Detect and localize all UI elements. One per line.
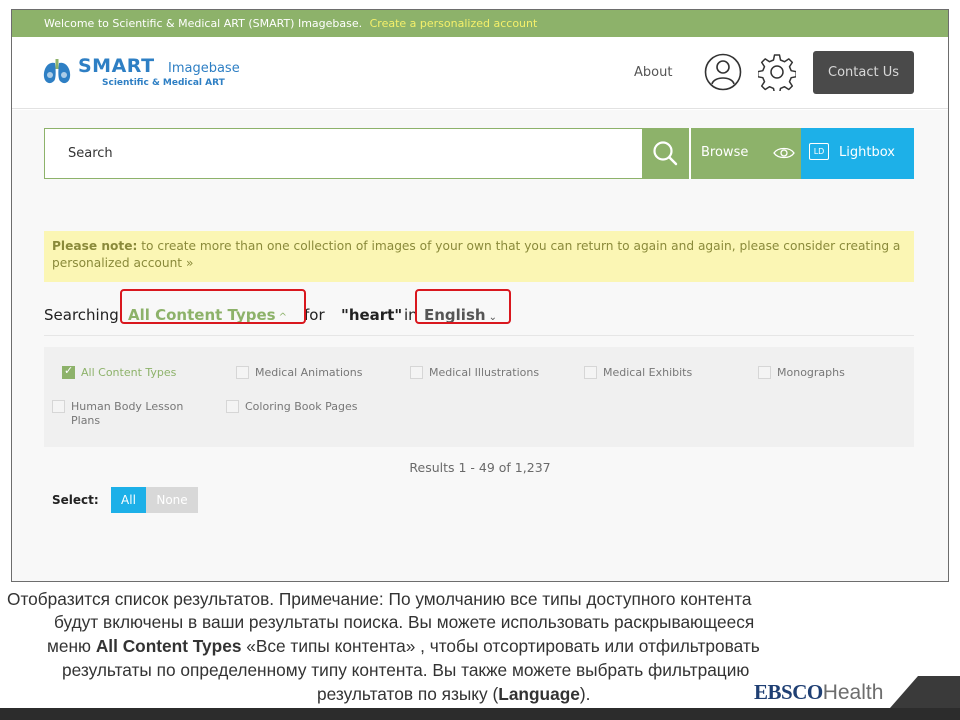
filter-label: Medical Exhibits	[603, 366, 693, 379]
filter-label: Monographs	[777, 366, 845, 379]
checkbox-checked[interactable]	[62, 364, 75, 379]
health-text: Health	[822, 681, 884, 704]
search-input[interactable]	[46, 130, 642, 176]
logo-smart-text: SMART	[78, 55, 155, 77]
highlight-language	[415, 289, 511, 324]
eye-icon	[773, 147, 795, 159]
lightbox-label: Lightbox	[839, 145, 895, 160]
checkbox[interactable]	[236, 366, 249, 379]
user-icon[interactable]	[704, 53, 742, 91]
select-label: Select:	[52, 493, 99, 507]
gear-icon[interactable]	[758, 53, 796, 91]
note-text[interactable]: to create more than one collection of im…	[52, 239, 900, 270]
create-account-link[interactable]: Create a personalized account	[370, 17, 538, 30]
filter-label: All Content Types	[81, 366, 177, 379]
smart-logo[interactable]: SMART Imagebase Scientific & Medical ART	[42, 55, 242, 91]
caption-line-5-post: ).	[579, 684, 591, 704]
checkbox[interactable]	[758, 366, 771, 379]
filter-label: Coloring Book Pages	[245, 400, 358, 413]
checkbox[interactable]	[584, 366, 597, 379]
ebsco-health-logo: EBSCOHealth	[754, 680, 883, 705]
welcome-bar: Welcome to Scientific & Medical ART (SMA…	[12, 10, 948, 37]
divider	[44, 335, 914, 336]
select-none-button[interactable]: None	[146, 487, 198, 513]
caption-line-5-bold: Language	[498, 684, 580, 704]
search-icon	[653, 141, 678, 166]
caption-line-3-post: «Все типы контента» , чтобы отсортироват…	[241, 636, 760, 656]
footer-bar	[0, 708, 960, 720]
caption-line-3-bold: All Content Types	[95, 636, 242, 656]
lightbox-icon: LD	[809, 143, 829, 160]
select-all-button[interactable]: All	[111, 487, 146, 513]
welcome-text: Welcome to Scientific & Medical ART (SMA…	[44, 17, 363, 30]
browse-label: Browse	[701, 145, 749, 160]
slide: Welcome to Scientific & Medical ART (SMA…	[0, 0, 960, 720]
caption-line-5: результатов по языку (Language).	[317, 682, 590, 706]
caption-line-2: будут включены в ваши результаты поиска.…	[54, 612, 755, 632]
browse-button[interactable]: Browse	[689, 128, 801, 179]
caption-line-5-pre: результатов по языку (	[317, 684, 499, 704]
checkbox[interactable]	[52, 400, 65, 413]
browser-screenshot: Welcome to Scientific & Medical ART (SMA…	[11, 9, 949, 582]
for-label: for	[304, 306, 325, 324]
caption-line-1: Отобразится список результатов. Примечан…	[7, 589, 752, 609]
main-content: Browse LD Lightbox Please note: to creat…	[12, 110, 948, 581]
caption-line-4: результаты по определенному типу контент…	[62, 660, 750, 680]
corner-decoration	[890, 676, 960, 708]
about-link[interactable]: About	[634, 65, 672, 80]
lightbox-button[interactable]: LD Lightbox	[801, 128, 914, 179]
caption-line-3-pre: меню	[47, 636, 96, 656]
search-box	[44, 128, 644, 179]
filter-label: Medical Animations	[255, 366, 363, 379]
checkbox[interactable]	[226, 400, 239, 413]
logo-tagline: Scientific & Medical ART	[102, 78, 225, 88]
contact-us-button[interactable]: Contact Us	[813, 51, 914, 94]
search-bar: Browse LD Lightbox	[44, 128, 914, 179]
filter-label: Human Body Lesson Plans	[71, 400, 184, 427]
results-count: Results 1 - 49 of 1,237	[409, 460, 551, 475]
filter-label: Medical Illustrations	[429, 366, 540, 379]
searching-label: Searching	[44, 306, 119, 324]
lungs-logo-icon	[43, 59, 71, 84]
note-prefix: Please note:	[52, 239, 138, 253]
ebsco-text: EBSCO	[754, 680, 823, 704]
note-banner: Please note: to create more than one col…	[44, 231, 914, 282]
caption-line-3: меню All Content Types «Все типы контент…	[47, 634, 760, 658]
highlight-content-types	[120, 289, 306, 324]
search-button[interactable]	[642, 128, 689, 179]
checkbox[interactable]	[410, 366, 423, 379]
site-header: SMART Imagebase Scientific & Medical ART…	[12, 37, 948, 109]
logo-imagebase-text: Imagebase	[168, 61, 240, 76]
search-query: "heart"	[341, 306, 403, 324]
content-type-filters: All Content Types Medical Animations Med…	[44, 347, 914, 447]
